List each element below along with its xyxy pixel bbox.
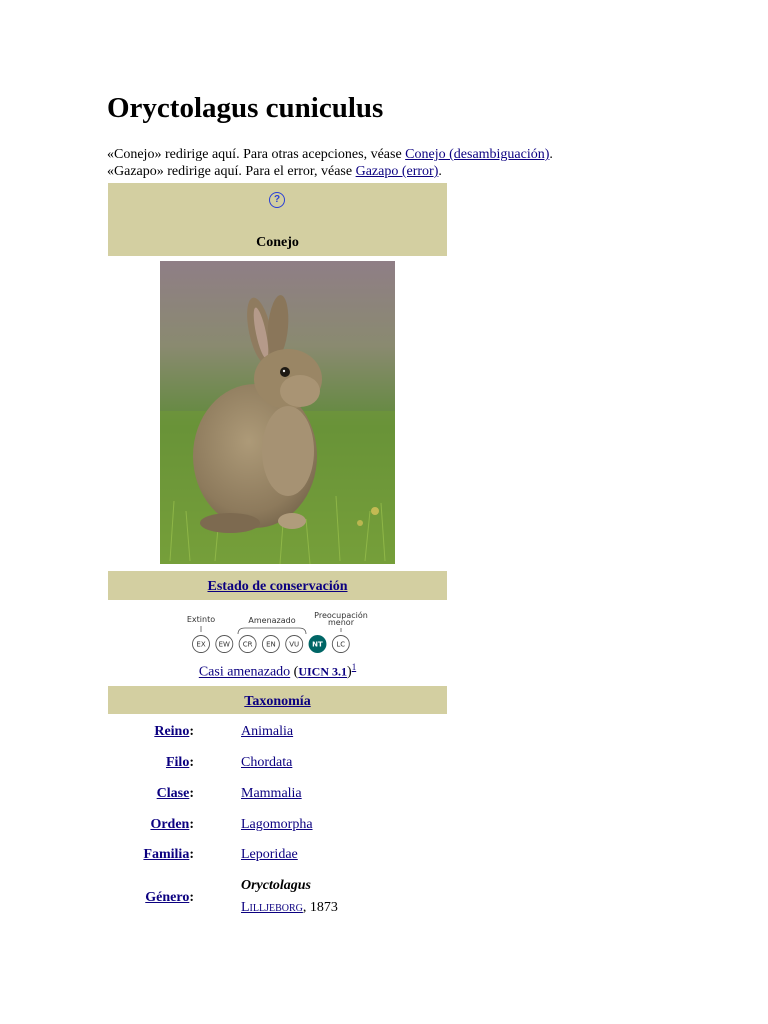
scale-label-threatened: Amenazado xyxy=(248,616,295,625)
conservation-scale[interactable]: Extinto Amenazado Preocupación menor EX E… xyxy=(185,605,385,660)
page-title: Oryctolagus cuniculus xyxy=(107,92,384,124)
rank-label: Reino: xyxy=(154,724,194,740)
hatnote-text: «Gazapo» redirige aquí. Para el error, v… xyxy=(107,164,356,179)
genus-name: Oryctolagus xyxy=(241,878,311,893)
value-link-lagomorpha[interactable]: Lagomorpha xyxy=(241,817,313,833)
iucn-link[interactable]: UICN 3.1 xyxy=(298,665,347,679)
reference-link[interactable]: 1 xyxy=(352,662,357,672)
rank-label: Orden: xyxy=(150,817,194,833)
taxonomy-header: Taxonomía xyxy=(108,686,447,714)
status-label-cr: CR xyxy=(243,641,253,649)
hatnote-suffix: . xyxy=(438,164,442,179)
rank-colon: : xyxy=(189,724,194,739)
status-label-ex: EX xyxy=(196,641,205,649)
rank-colon: : xyxy=(189,817,194,832)
rank-link-familia[interactable]: Familia xyxy=(143,847,189,862)
rank-label: Clase: xyxy=(157,786,194,802)
rabbit-photo[interactable] xyxy=(160,261,395,564)
gazapo-error-link[interactable]: Gazapo (error) xyxy=(356,164,439,179)
near-threatened-link[interactable]: Casi amenazado xyxy=(199,665,290,680)
taxonomy-row-genus: Género: Oryctolagus Lilljeborg, 1873 xyxy=(108,878,447,918)
genus-authority: Lilljeborg, 1873 xyxy=(241,900,338,916)
rank-link-orden[interactable]: Orden xyxy=(150,817,189,832)
status-label-lc: LC xyxy=(336,641,345,649)
authority-link[interactable]: Lilljeborg xyxy=(241,900,303,915)
value-link-animalia[interactable]: Animalia xyxy=(241,724,293,740)
common-name: Conejo xyxy=(256,235,299,250)
authority-year: , 1873 xyxy=(302,900,338,915)
rank-label: Filo: xyxy=(166,755,194,771)
value-link-mammalia[interactable]: Mammalia xyxy=(241,786,302,802)
rank-link-clase[interactable]: Clase xyxy=(157,786,190,801)
conservation-status-link[interactable]: Estado de conservación xyxy=(208,579,348,594)
taxonomy-link[interactable]: Taxonomía xyxy=(244,694,310,709)
conservation-status-line: Casi amenazado (UICN 3.1)1 xyxy=(108,662,447,681)
status-label-en: EN xyxy=(266,641,276,649)
rank-colon: : xyxy=(189,755,194,770)
status-label-ew: EW xyxy=(219,641,230,649)
value-link-chordata[interactable]: Chordata xyxy=(241,755,292,771)
status-label-vu: VU xyxy=(289,641,299,649)
hatnote-conejo: «Conejo» redirige aquí. Para otras acepc… xyxy=(107,146,553,163)
hatnote-text: «Conejo» redirige aquí. Para otras acepc… xyxy=(107,147,406,162)
hatnote-suffix: . xyxy=(549,147,553,162)
conservation-header: Estado de conservación xyxy=(108,571,447,600)
rank-colon: : xyxy=(189,890,194,905)
rank-link-genero[interactable]: Género xyxy=(145,890,189,905)
rank-colon: : xyxy=(189,786,194,801)
rank-label: Familia: xyxy=(143,847,194,863)
status-label-nt: NT xyxy=(312,641,323,649)
conejo-disambiguation-link[interactable]: Conejo (desambiguación) xyxy=(405,147,549,162)
infobox-title-band: ? Conejo xyxy=(108,183,447,256)
rank-colon: : xyxy=(189,847,194,862)
hatnote-gazapo: «Gazapo» redirige aquí. Para el error, v… xyxy=(107,163,442,180)
help-icon[interactable]: ? xyxy=(269,192,285,208)
scale-label-extinct: Extinto xyxy=(187,615,215,624)
rank-link-filo[interactable]: Filo xyxy=(166,755,189,770)
rank-label: Género: xyxy=(145,890,194,906)
value-link-leporidae[interactable]: Leporidae xyxy=(241,847,298,863)
rank-link-reino[interactable]: Reino xyxy=(154,724,189,739)
scale-label-least-concern-2: menor xyxy=(328,618,355,627)
